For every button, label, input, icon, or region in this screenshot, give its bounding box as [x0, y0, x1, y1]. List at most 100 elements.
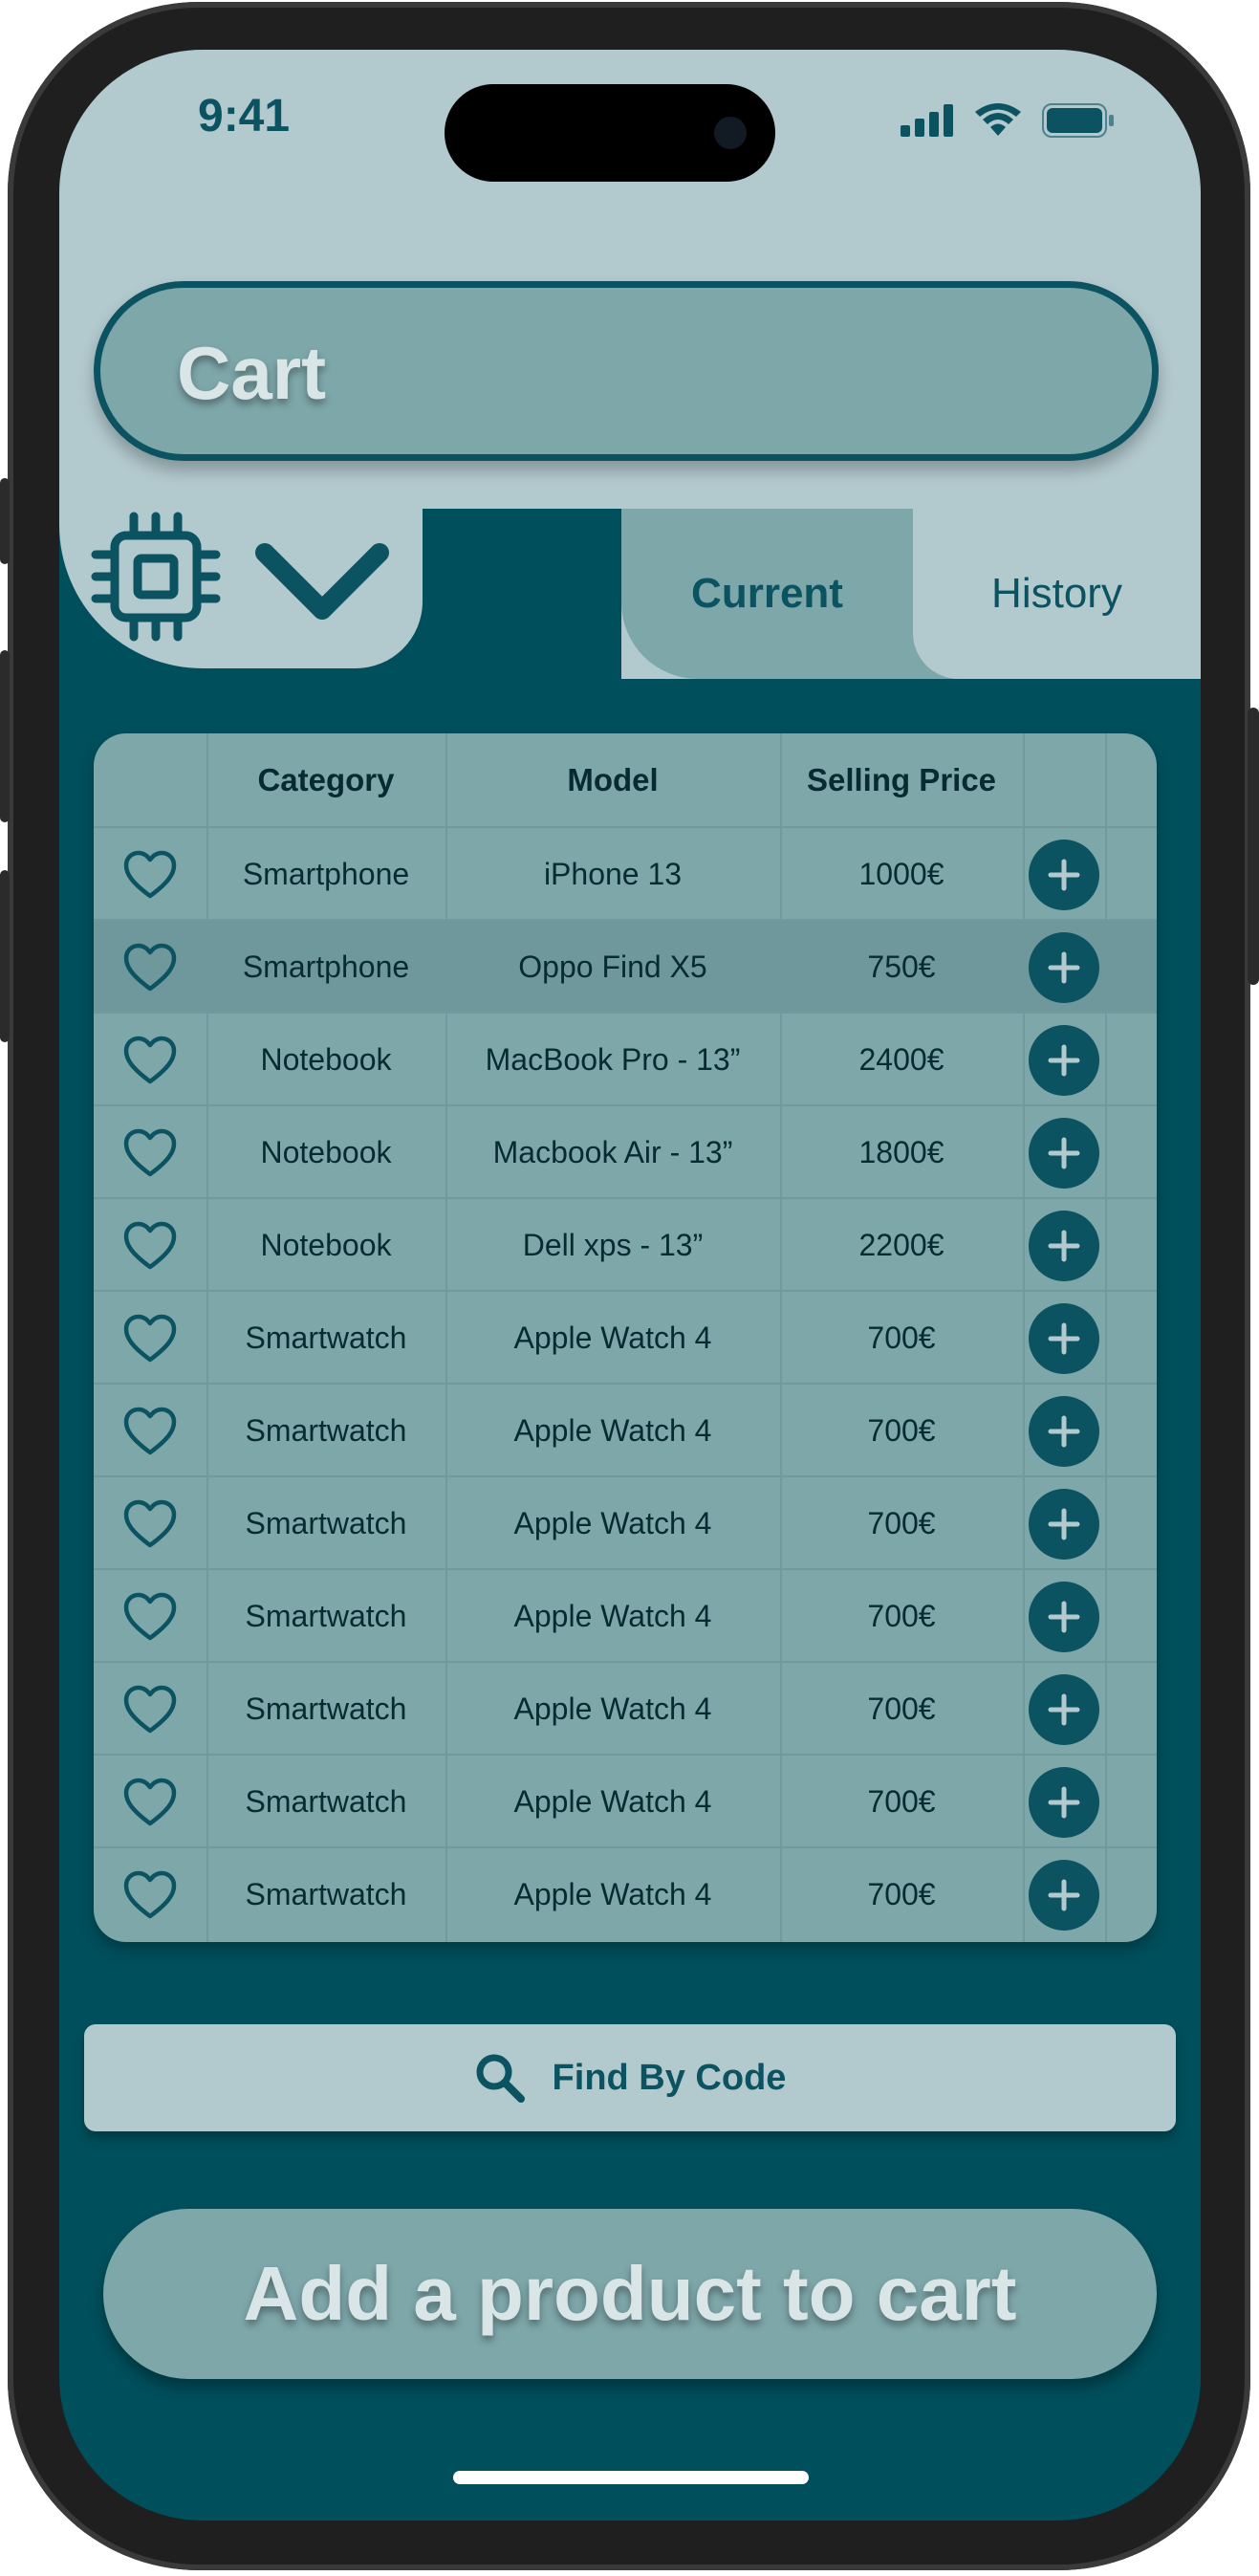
plus-icon[interactable] [1029, 1024, 1099, 1096]
heart-icon[interactable] [122, 943, 178, 993]
add-to-cart-button[interactable] [1023, 1477, 1105, 1570]
add-to-cart-button[interactable] [1023, 1848, 1105, 1941]
favorite-button[interactable] [94, 828, 206, 921]
table-row[interactable]: Smartwatch Apple Watch 4 700€ [94, 1475, 1157, 1568]
cell-price: 1000€ [858, 857, 944, 891]
cell-category: Smartwatch [245, 1692, 407, 1726]
favorite-button[interactable] [94, 1199, 206, 1292]
heart-icon[interactable] [122, 1314, 178, 1364]
find-by-code-label: Find By Code [552, 2057, 787, 2098]
favorite-button[interactable] [94, 1385, 206, 1477]
table-row[interactable]: Notebook MacBook Pro - 13” 2400€ [94, 1012, 1157, 1104]
favorite-button[interactable] [94, 1570, 206, 1663]
favorite-button[interactable] [94, 1756, 206, 1848]
cell-price: 700€ [867, 1599, 936, 1633]
table-row[interactable]: Smartwatch Apple Watch 4 700€ [94, 1661, 1157, 1754]
plus-icon[interactable] [1029, 1117, 1099, 1189]
add-to-cart-button[interactable] [1023, 921, 1105, 1014]
cell-category: Smartwatch [245, 1784, 407, 1819]
add-to-cart-button[interactable] [1023, 1570, 1105, 1663]
cell-price: 700€ [867, 1321, 936, 1355]
table-row[interactable]: Smartwatch Apple Watch 4 700€ [94, 1846, 1157, 1939]
table-row[interactable]: Smartwatch Apple Watch 4 700€ [94, 1568, 1157, 1661]
heart-icon[interactable] [122, 1592, 178, 1642]
heart-icon[interactable] [122, 1407, 178, 1456]
add-to-cart-button[interactable] [1023, 828, 1105, 921]
volume-down-button [0, 870, 10, 1042]
product-table: Category Model Selling Price Smartphone i… [94, 733, 1157, 1942]
tab-current-label[interactable]: Current [621, 509, 913, 679]
table-row[interactable]: Smartwatch Apple Watch 4 700€ [94, 1290, 1157, 1383]
plus-icon[interactable] [1029, 839, 1099, 910]
plus-icon[interactable] [1029, 1302, 1099, 1374]
plus-icon[interactable] [1029, 1210, 1099, 1281]
favorite-button[interactable] [94, 1663, 206, 1756]
table-row[interactable]: Notebook Dell xps - 13” 2200€ [94, 1197, 1157, 1290]
plus-icon[interactable] [1029, 1488, 1099, 1560]
column-header-model[interactable]: Model [445, 733, 780, 826]
favorite-button[interactable] [94, 1014, 206, 1106]
cell-model: MacBook Pro - 13” [485, 1042, 741, 1077]
add-to-cart-button[interactable] [1023, 1756, 1105, 1848]
add-to-cart-button[interactable] [1023, 1014, 1105, 1106]
find-by-code-button[interactable]: Find By Code [84, 2024, 1176, 2131]
battery-icon [1042, 103, 1114, 138]
heart-icon[interactable] [122, 1221, 178, 1271]
add-to-cart-button[interactable] [1023, 1663, 1105, 1756]
add-to-cart-button[interactable] [1023, 1385, 1105, 1477]
chip-icon[interactable] [90, 511, 222, 643]
heart-icon[interactable] [122, 1685, 178, 1735]
cell-category: Smartwatch [245, 1413, 407, 1448]
cell-model: Apple Watch 4 [513, 1692, 712, 1726]
plus-icon[interactable] [1029, 1766, 1099, 1838]
favorite-button[interactable] [94, 1106, 206, 1199]
add-product-button[interactable]: Add a product to cart [103, 2209, 1157, 2379]
cell-category: Smartwatch [245, 1321, 407, 1355]
home-indicator[interactable] [453, 2471, 809, 2484]
cell-model: Apple Watch 4 [513, 1784, 712, 1819]
favorite-button[interactable] [94, 1477, 206, 1570]
cell-category: Smartphone [242, 857, 410, 891]
column-header-price[interactable]: Selling Price [780, 733, 1023, 826]
cell-model: Apple Watch 4 [513, 1599, 712, 1633]
table-row[interactable]: Smartwatch Apple Watch 4 700€ [94, 1383, 1157, 1475]
heart-icon[interactable] [122, 1778, 178, 1827]
plus-icon[interactable] [1029, 1395, 1099, 1467]
heart-icon[interactable] [122, 1499, 178, 1549]
cell-model: Macbook Air - 13” [492, 1135, 733, 1169]
plus-icon[interactable] [1029, 931, 1099, 1003]
cell-model: Apple Watch 4 [513, 1506, 712, 1540]
heart-icon[interactable] [122, 1036, 178, 1085]
action-button [0, 478, 10, 564]
cell-price: 700€ [867, 1877, 936, 1911]
add-to-cart-button[interactable] [1023, 1106, 1105, 1199]
favorite-button[interactable] [94, 921, 206, 1014]
table-row[interactable]: Smartwatch Apple Watch 4 700€ [94, 1754, 1157, 1846]
favorite-button[interactable] [94, 1292, 206, 1385]
power-button [1248, 708, 1259, 985]
chevron-down-icon[interactable] [255, 535, 389, 626]
table-row[interactable]: Smartphone iPhone 13 1000€ [94, 826, 1157, 919]
add-to-cart-button[interactable] [1023, 1199, 1105, 1292]
cell-model: Apple Watch 4 [513, 1413, 712, 1448]
favorite-button[interactable] [94, 1848, 206, 1941]
tab-history[interactable]: History [913, 509, 1201, 679]
plus-icon[interactable] [1029, 1859, 1099, 1931]
column-header-category[interactable]: Category [206, 733, 445, 826]
cell-category: Smartwatch [245, 1599, 407, 1633]
table-row[interactable]: Smartphone Oppo Find X5 750€ [94, 919, 1157, 1012]
cell-category: Smartphone [242, 950, 410, 984]
table-row[interactable]: Notebook Macbook Air - 13” 1800€ [94, 1104, 1157, 1197]
wifi-icon [975, 103, 1021, 136]
heart-icon[interactable] [122, 850, 178, 900]
cell-category: Notebook [260, 1042, 392, 1077]
heart-icon[interactable] [122, 1870, 178, 1920]
heart-icon[interactable] [122, 1128, 178, 1178]
table-header: Category Model Selling Price [94, 733, 1157, 826]
plus-icon[interactable] [1029, 1673, 1099, 1745]
plus-icon[interactable] [1029, 1581, 1099, 1652]
screen: Current History 9:41 Cart Category Model… [59, 50, 1201, 2521]
cell-price: 700€ [867, 1413, 936, 1448]
add-to-cart-button[interactable] [1023, 1292, 1105, 1385]
cellular-signal-icon [901, 104, 953, 137]
